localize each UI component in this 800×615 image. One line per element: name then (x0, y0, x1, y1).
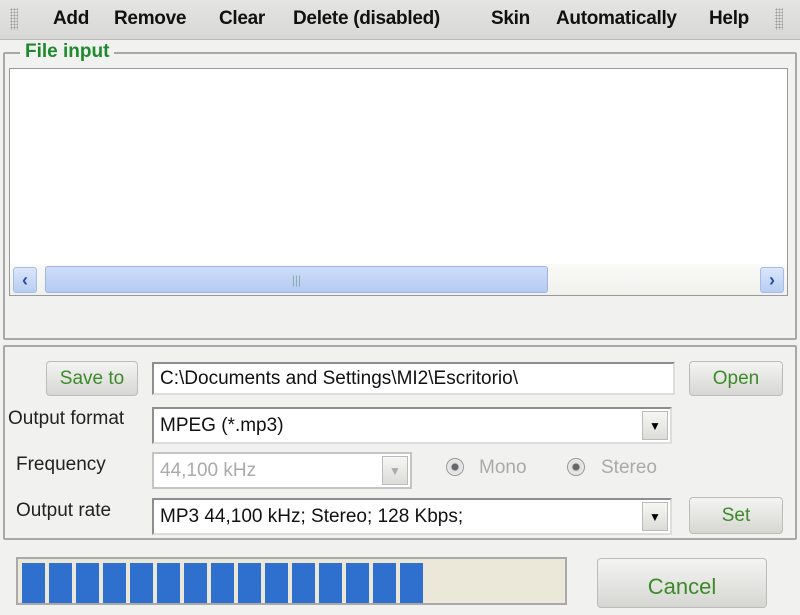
mono-label: Mono (479, 457, 527, 478)
menu-automatically[interactable]: Automatically (556, 8, 677, 30)
progress-block (400, 563, 423, 603)
save-to-button[interactable]: Save to (46, 361, 138, 396)
open-button[interactable]: Open (689, 361, 783, 396)
progress-block (49, 563, 72, 603)
progress-block (265, 563, 288, 603)
progress-block (157, 563, 180, 603)
toolbar-grip-left[interactable] (10, 8, 18, 30)
menu-clear[interactable]: Clear (219, 8, 265, 30)
toolbar-grip-right[interactable] (775, 8, 783, 30)
menu-delete[interactable]: Delete (disabled) (293, 8, 440, 30)
output-rate-value: MP3 44,100 kHz; Stereo; 128 Kbps; (160, 506, 464, 527)
cancel-button[interactable]: Cancel (597, 558, 767, 608)
output-format-select[interactable]: MPEG (*.mp3) ▼ (152, 407, 672, 444)
menu-add[interactable]: Add (53, 8, 89, 30)
file-input-legend: File input (20, 41, 115, 63)
set-button[interactable]: Set (689, 497, 783, 534)
chevron-down-icon[interactable]: ▼ (382, 456, 408, 485)
progress-block (373, 563, 396, 603)
progress-block (346, 563, 369, 603)
progress-block (211, 563, 234, 603)
menu-remove[interactable]: Remove (114, 8, 186, 30)
chevron-down-icon[interactable]: ▼ (642, 411, 668, 440)
progress-block (184, 563, 207, 603)
menu-skin[interactable]: Skin (491, 8, 530, 30)
frequency-label: Frequency (16, 454, 106, 475)
output-format-label: Output format (8, 408, 125, 429)
frequency-value: 44,100 kHz (160, 460, 257, 481)
progress-block (130, 563, 153, 603)
progress-block (22, 563, 45, 603)
menu-help[interactable]: Help (709, 8, 749, 30)
progress-fill (22, 563, 561, 603)
mono-radio[interactable] (446, 458, 464, 476)
progress-block (238, 563, 261, 603)
progress-block (319, 563, 342, 603)
output-format-value: MPEG (*.mp3) (160, 415, 284, 436)
output-rate-label: Output rate (16, 500, 112, 521)
save-path-input[interactable]: C:\Documents and Settings\MI2\Escritorio… (152, 362, 675, 395)
progress-bar (16, 557, 567, 605)
progress-block (292, 563, 315, 603)
scroll-right-icon[interactable]: › (760, 267, 784, 293)
file-list[interactable] (9, 68, 788, 296)
progress-block (76, 563, 99, 603)
scroll-left-icon[interactable]: ‹ (13, 267, 37, 293)
chevron-down-icon[interactable]: ▼ (642, 502, 668, 531)
stereo-radio[interactable] (567, 458, 585, 476)
frequency-select[interactable]: 44,100 kHz ▼ (152, 452, 412, 489)
menu-bar: Add Remove Clear Delete (disabled) Skin … (0, 0, 800, 40)
output-rate-select[interactable]: MP3 44,100 kHz; Stereo; 128 Kbps; ▼ (152, 498, 672, 535)
progress-block (103, 563, 126, 603)
stereo-label: Stereo (601, 457, 657, 478)
scrollbar-thumb[interactable]: ||| (45, 266, 548, 293)
horizontal-scrollbar[interactable]: ‹ ||| › (10, 264, 787, 295)
